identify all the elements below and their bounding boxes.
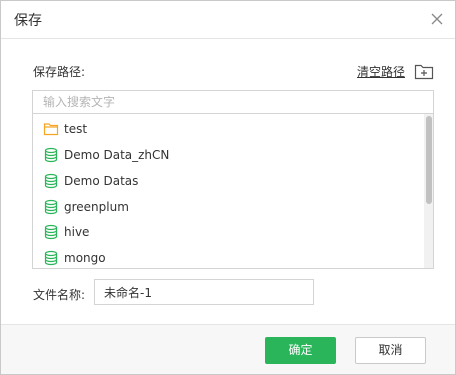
- tree-item-demo-data-zhcn[interactable]: Demo Data_zhCN: [33, 142, 425, 168]
- tree-item-mongo[interactable]: mongo: [33, 245, 425, 268]
- tree-item-greenplum[interactable]: greenplum: [33, 194, 425, 220]
- new-folder-icon[interactable]: [414, 62, 434, 80]
- tree-item-label: mongo: [64, 251, 106, 265]
- confirm-button[interactable]: 确定: [265, 337, 336, 364]
- tree-item-label: hive: [64, 225, 90, 239]
- scrollbar-thumb[interactable]: [426, 116, 432, 204]
- dialog-title: 保存: [14, 13, 42, 29]
- dialog-footer: 确定 取消: [1, 324, 455, 374]
- save-path-label: 保存路径:: [33, 65, 86, 79]
- folder-icon: [43, 123, 59, 136]
- database-icon: [44, 199, 58, 215]
- tree-item-label: Demo Data_zhCN: [64, 148, 170, 162]
- database-icon: [44, 173, 58, 189]
- file-name-label: 文件名称:: [33, 288, 86, 302]
- tree-item-demo-datas[interactable]: Demo Datas: [33, 168, 425, 194]
- search-input[interactable]: [32, 90, 434, 114]
- clear-path-link[interactable]: 清空路径: [357, 63, 405, 80]
- folder-tree: test Demo Data_zhCN Demo Datas greenplum…: [32, 114, 434, 269]
- tree-item-hive[interactable]: hive: [33, 219, 425, 245]
- database-icon: [44, 250, 58, 266]
- database-icon: [44, 147, 58, 163]
- save-dialog: 保存 保存路径: 清空路径 test Demo Data_zhCN: [0, 0, 456, 375]
- tree-item-label: Demo Datas: [64, 174, 139, 188]
- tree-item-test[interactable]: test: [33, 116, 425, 142]
- close-icon[interactable]: [429, 11, 445, 27]
- cancel-button[interactable]: 取消: [355, 337, 426, 364]
- database-icon: [44, 224, 58, 240]
- dialog-header: 保存: [1, 1, 455, 39]
- tree-item-label: greenplum: [64, 200, 129, 214]
- file-name-input[interactable]: [94, 279, 314, 305]
- tree-item-label: test: [64, 122, 88, 136]
- tree-scrollbar[interactable]: [424, 114, 433, 268]
